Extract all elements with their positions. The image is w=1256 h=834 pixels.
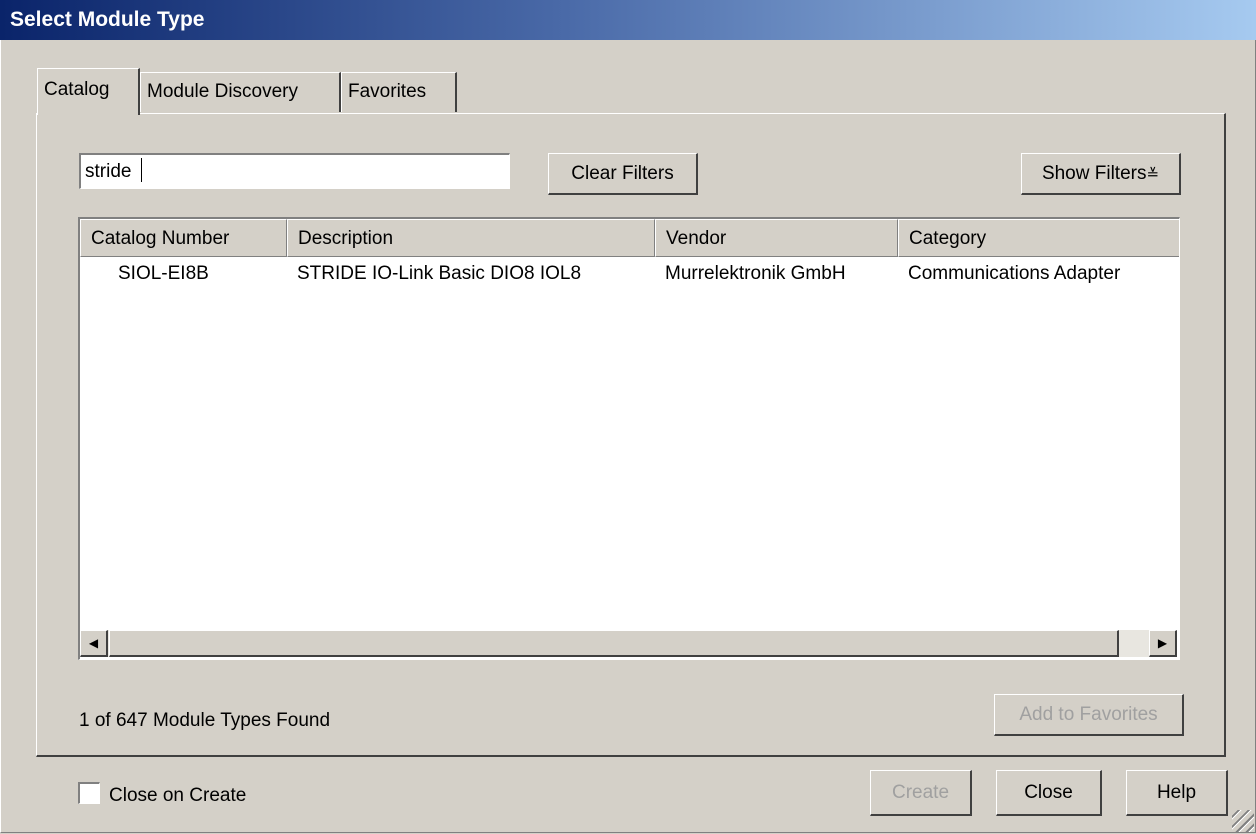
close-on-create-label: Close on Create bbox=[109, 785, 247, 806]
column-header-vendor[interactable]: Vendor bbox=[655, 219, 898, 257]
expand-chevron-icon: ≚ bbox=[1146, 165, 1160, 183]
help-label: Help bbox=[1156, 781, 1197, 803]
create-label: Create bbox=[891, 781, 950, 803]
clear-filters-button[interactable]: Clear Filters bbox=[548, 153, 698, 195]
scroll-left-button[interactable]: ◀ bbox=[80, 630, 108, 657]
scroll-thumb[interactable] bbox=[109, 630, 1119, 657]
search-input[interactable] bbox=[79, 153, 510, 189]
close-on-create-checkbox[interactable] bbox=[78, 782, 100, 804]
cell-category: Communications Adapter bbox=[908, 263, 1121, 284]
text-caret bbox=[141, 158, 142, 182]
window-title: Select Module Type bbox=[10, 8, 205, 31]
scroll-right-icon: ▶ bbox=[1157, 636, 1168, 650]
cell-vendor: Murrelektronik GmbH bbox=[665, 263, 846, 284]
title-bar[interactable]: Select Module Type bbox=[0, 0, 1256, 40]
add-to-favorites-button[interactable]: Add to Favorites bbox=[994, 694, 1184, 736]
column-header-category[interactable]: Category bbox=[898, 219, 1179, 257]
cell-catalog-number: SIOL-EI8B bbox=[118, 263, 209, 284]
scroll-right-button[interactable]: ▶ bbox=[1149, 630, 1177, 657]
close-label: Close bbox=[1024, 781, 1073, 803]
show-filters-label: Show Filters bbox=[1041, 162, 1147, 184]
add-to-favorites-label: Add to Favorites bbox=[1019, 703, 1158, 725]
show-filters-button[interactable]: Show Filters ≚ bbox=[1021, 153, 1181, 195]
column-header-description[interactable]: Description bbox=[287, 219, 655, 257]
scroll-left-icon: ◀ bbox=[88, 636, 99, 650]
results-count: 1 of 647 Module Types Found bbox=[79, 710, 331, 731]
tab-module-discovery[interactable]: Module Discovery bbox=[140, 72, 341, 112]
tab-favorites[interactable]: Favorites bbox=[341, 72, 457, 112]
clear-filters-label: Clear Filters bbox=[571, 162, 674, 184]
tab-catalog[interactable]: Catalog bbox=[37, 68, 140, 115]
help-button[interactable]: Help bbox=[1126, 770, 1228, 816]
resize-grip-icon[interactable] bbox=[1232, 810, 1254, 832]
catalog-list[interactable]: Catalog Number Description Vendor Catego… bbox=[78, 217, 1180, 660]
close-button[interactable]: Close bbox=[996, 770, 1102, 816]
create-button[interactable]: Create bbox=[870, 770, 972, 816]
horizontal-scrollbar[interactable]: ◀ ▶ bbox=[80, 630, 1177, 657]
column-header-catalog-number[interactable]: Catalog Number bbox=[80, 219, 287, 257]
cell-description: STRIDE IO-Link Basic DIO8 IOL8 bbox=[297, 263, 582, 284]
